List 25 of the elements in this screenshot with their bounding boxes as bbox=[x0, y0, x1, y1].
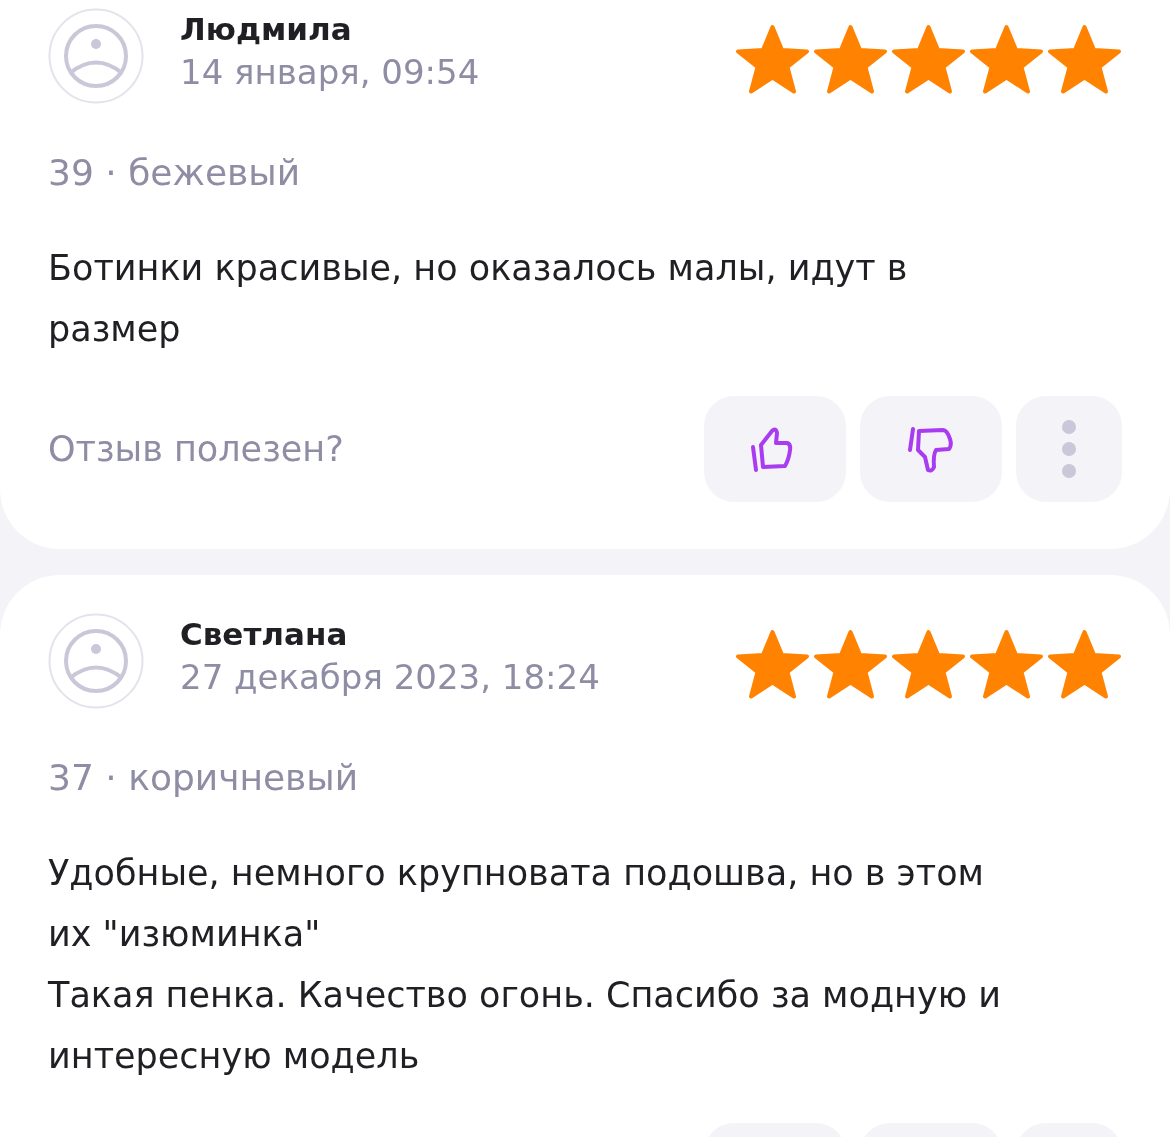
more-icon bbox=[1061, 419, 1077, 479]
star-icon bbox=[891, 24, 966, 95]
star-icon bbox=[813, 24, 888, 95]
star-icon bbox=[891, 629, 966, 700]
star-icon bbox=[1047, 24, 1122, 95]
avatar-icon bbox=[48, 613, 144, 709]
star-icon bbox=[813, 629, 888, 700]
star-icon bbox=[735, 629, 810, 700]
dislike-button[interactable] bbox=[860, 396, 1002, 502]
star-icon bbox=[735, 24, 810, 95]
size-color-label: 37 · коричневый bbox=[48, 756, 360, 800]
review-date: 27 декабря 2023, 18:24 bbox=[180, 656, 601, 699]
author-name: Светлана bbox=[180, 615, 349, 654]
review-text: Удобные, немного крупновата подошва, но в этом их "изюминка" Такая пенка. Качество огонь. Спасибо за модную и интересную модель bbox=[48, 852, 1003, 1078]
review-date: 14 января, 09:54 bbox=[180, 51, 481, 94]
more-button[interactable] bbox=[1016, 396, 1122, 502]
star-icon bbox=[969, 629, 1044, 700]
star-icon bbox=[1047, 629, 1122, 700]
like-button[interactable] bbox=[704, 396, 846, 502]
size-color-label: 39 · бежевый bbox=[48, 151, 302, 195]
review-text: Ботинки красивые, но оказалось малы, идут в размер bbox=[48, 247, 909, 351]
avatar-icon bbox=[48, 8, 144, 104]
author-name: Людмила bbox=[180, 10, 353, 49]
helpful-prompt: Отзыв полезен? bbox=[48, 429, 345, 469]
star-icon bbox=[969, 24, 1044, 95]
